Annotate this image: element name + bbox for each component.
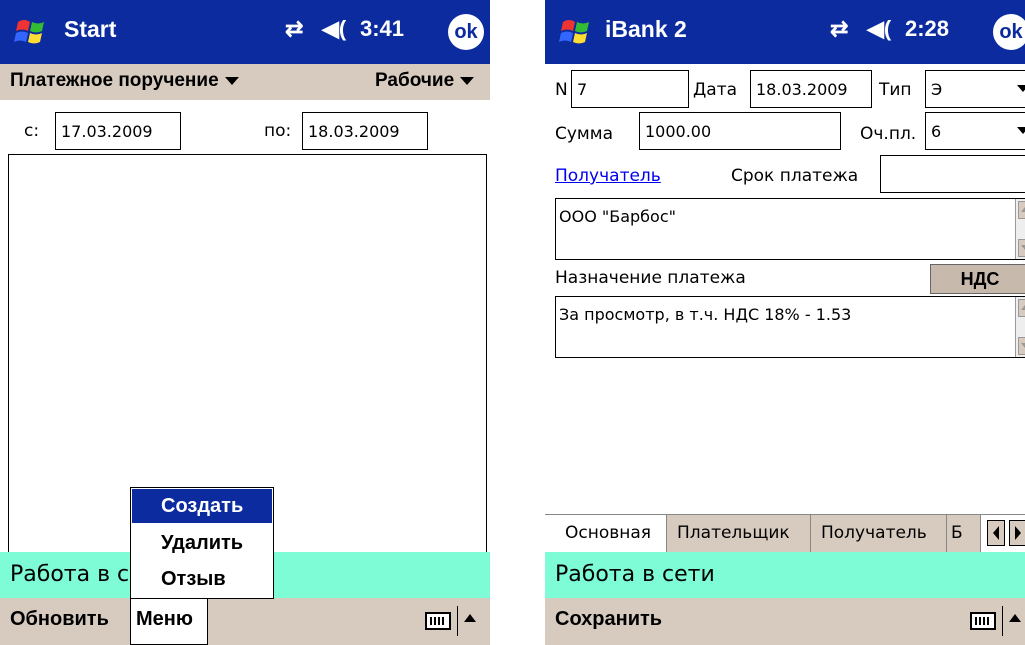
date-field[interactable]: 18.03.2009	[750, 70, 872, 108]
scroll-up-icon[interactable]	[1018, 201, 1025, 219]
chevron-down-icon	[460, 76, 475, 85]
priority-value: 6	[931, 122, 942, 141]
deadline-field[interactable]	[880, 155, 1025, 193]
deadline-label: Срок платежа	[731, 166, 859, 186]
recipient-textarea[interactable]: ООО "Барбос"	[555, 198, 1025, 260]
volume-icon[interactable]: ◀(	[322, 16, 346, 42]
window-title: Start	[64, 16, 117, 42]
sip-separator	[457, 606, 458, 636]
to-date-field[interactable]: 18.03.2009	[302, 112, 428, 150]
menu-button[interactable]: Меню	[130, 598, 208, 645]
clock[interactable]: 3:41	[360, 16, 404, 42]
refresh-button[interactable]: Обновить	[10, 608, 109, 631]
tab-more[interactable]: Б	[947, 515, 981, 552]
from-date-field[interactable]: 17.03.2009	[55, 112, 181, 150]
recipient-link[interactable]: Получатель	[555, 166, 661, 186]
bottom-bar: Сохранить	[545, 598, 1025, 645]
n-label: N	[555, 80, 568, 100]
tab-strip: Основная Плательщик Получатель Б	[545, 514, 1025, 553]
from-label: с:	[24, 121, 40, 141]
status-text: Работа в с	[10, 562, 130, 587]
screen-list: Start ⇄ ◀( 3:41 ok Платежное поручение Р…	[0, 0, 490, 645]
save-button[interactable]: Сохранить	[555, 608, 662, 631]
tab-main[interactable]: Основная	[555, 515, 667, 552]
doc-type-label: Платежное поручение	[10, 70, 219, 91]
purpose-label: Назначение платежа	[555, 268, 746, 288]
doc-filter-dropdown[interactable]: Рабочие	[375, 70, 475, 92]
sum-field[interactable]: 1000.00	[639, 112, 841, 150]
purpose-text: За просмотр, в т.ч. НДС 18% - 1.53	[559, 305, 852, 324]
clock[interactable]: 2:28	[905, 16, 949, 42]
tab-scroll-right-icon[interactable]	[1009, 520, 1025, 546]
sip-separator	[1002, 606, 1003, 636]
scroll-down-icon[interactable]	[1018, 239, 1025, 257]
priority-select[interactable]: 6	[925, 112, 1025, 150]
sum-label: Сумма	[555, 124, 613, 144]
purpose-scrollbar[interactable]	[1015, 297, 1025, 357]
chevron-down-icon[interactable]	[1012, 71, 1025, 107]
doc-type-dropdown[interactable]: Платежное поручение	[10, 70, 239, 92]
chevron-down-icon[interactable]	[1012, 113, 1025, 149]
to-label: по:	[264, 121, 292, 141]
recipient-scrollbar[interactable]	[1015, 199, 1025, 259]
screen-form: iBank 2 ⇄ ◀( 2:28 ok N 7 Дата 18.03.2009…	[545, 0, 1025, 645]
title-bar: Start ⇄ ◀( 3:41 ok	[0, 0, 490, 64]
sip-up-arrow-icon[interactable]	[464, 614, 476, 622]
keyboard-icon[interactable]	[425, 612, 451, 630]
status-text: Работа в сети	[555, 562, 715, 587]
status-bar: Работа в сети	[545, 552, 1025, 598]
keyboard-icon[interactable]	[970, 612, 996, 630]
doc-filter-label: Рабочие	[375, 70, 455, 91]
date-label: Дата	[693, 80, 738, 100]
chevron-down-icon	[224, 76, 239, 85]
context-menu: Создать Удалить Отзыв	[130, 487, 274, 599]
tab-payer[interactable]: Плательщик	[667, 515, 811, 552]
sip-up-arrow-icon[interactable]	[1009, 614, 1021, 622]
filter-bar: Платежное поручение Рабочие	[0, 64, 490, 100]
tab-scroll-left-icon[interactable]	[987, 520, 1005, 546]
connectivity-icon[interactable]: ⇄	[830, 16, 848, 42]
tab-recipient[interactable]: Получатель	[811, 515, 947, 552]
menu-item-delete[interactable]: Удалить	[132, 526, 272, 560]
type-label: Тип	[879, 80, 912, 100]
bottom-bar: Обновить	[0, 598, 490, 645]
volume-icon[interactable]: ◀(	[867, 16, 891, 42]
priority-label: Оч.пл.	[860, 124, 917, 144]
type-value: Э	[931, 80, 943, 99]
scroll-up-icon[interactable]	[1018, 299, 1025, 317]
windows-start-icon[interactable]	[12, 12, 52, 52]
menu-button-label: Меню	[136, 608, 193, 630]
type-select[interactable]: Э	[925, 70, 1025, 108]
window-title: iBank 2	[605, 16, 687, 42]
menu-item-create[interactable]: Создать	[132, 489, 272, 523]
purpose-textarea[interactable]: За просмотр, в т.ч. НДС 18% - 1.53	[555, 296, 1025, 358]
ok-button[interactable]: ok	[448, 14, 484, 50]
recipient-text: ООО "Барбос"	[559, 207, 676, 226]
windows-start-icon[interactable]	[557, 12, 597, 52]
ok-button[interactable]: ok	[993, 14, 1025, 50]
menu-item-recall[interactable]: Отзыв	[132, 562, 272, 596]
title-bar: iBank 2 ⇄ ◀( 2:28 ok	[545, 0, 1025, 64]
scroll-down-icon[interactable]	[1018, 337, 1025, 355]
nds-button[interactable]: НДС	[930, 264, 1025, 294]
doc-number-field[interactable]: 7	[571, 70, 689, 108]
connectivity-icon[interactable]: ⇄	[285, 16, 303, 42]
